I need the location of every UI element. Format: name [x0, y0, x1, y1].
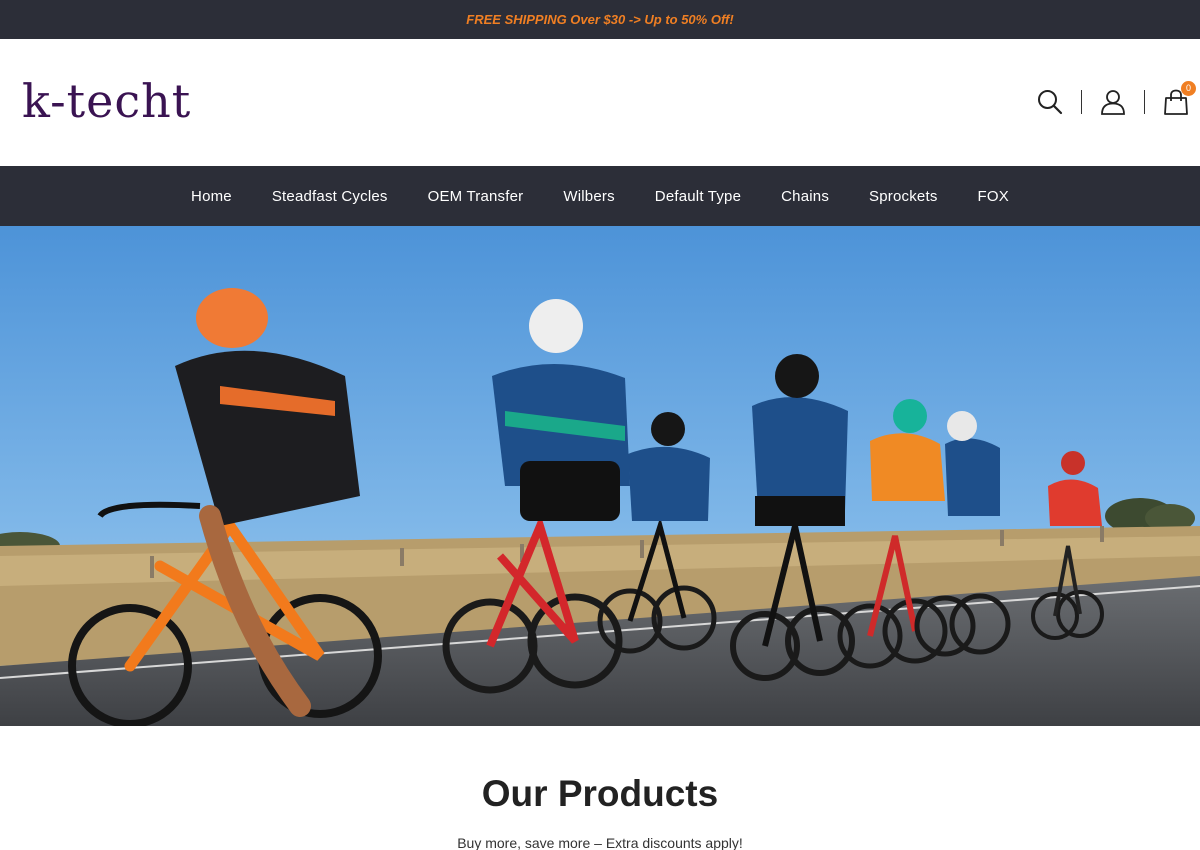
site-header: k-techt 0 [0, 39, 1200, 166]
announcement-bar: FREE SHIPPING Over $30 -> Up to 50% Off! [0, 0, 1200, 39]
section-title-our-products: Our Products [481, 773, 719, 814]
nav-item-default-type[interactable]: Default Type [635, 188, 761, 205]
header-divider [1081, 90, 1082, 114]
section-subtitle: Buy more, save more – Extra discounts ap… [457, 835, 743, 850]
site-logo[interactable]: k-techt [22, 73, 191, 129]
cart-icon[interactable]: 0 [1162, 81, 1196, 116]
announcement-text: FREE SHIPPING Over $30 -> Up to 50% Off! [466, 12, 734, 27]
nav-item-fox[interactable]: FOX [958, 188, 1029, 205]
search-icon[interactable] [1036, 88, 1064, 116]
hero-image [0, 226, 1200, 726]
nav-item-oem-transfer[interactable]: OEM Transfer [408, 188, 544, 205]
cart-count-badge: 0 [1181, 81, 1196, 96]
main-nav: Home Steadfast Cycles OEM Transfer Wilbe… [0, 166, 1200, 226]
account-icon[interactable] [1099, 88, 1127, 116]
header-icons: 0 [1036, 81, 1196, 117]
nav-item-sprockets[interactable]: Sprockets [849, 188, 958, 205]
nav-item-wilbers[interactable]: Wilbers [543, 188, 634, 205]
nav-item-home[interactable]: Home [171, 188, 252, 205]
nav-item-chains[interactable]: Chains [761, 188, 849, 205]
hero-banner[interactable] [0, 226, 1200, 726]
header-divider [1144, 90, 1145, 114]
nav-item-steadfast-cycles[interactable]: Steadfast Cycles [252, 188, 408, 205]
